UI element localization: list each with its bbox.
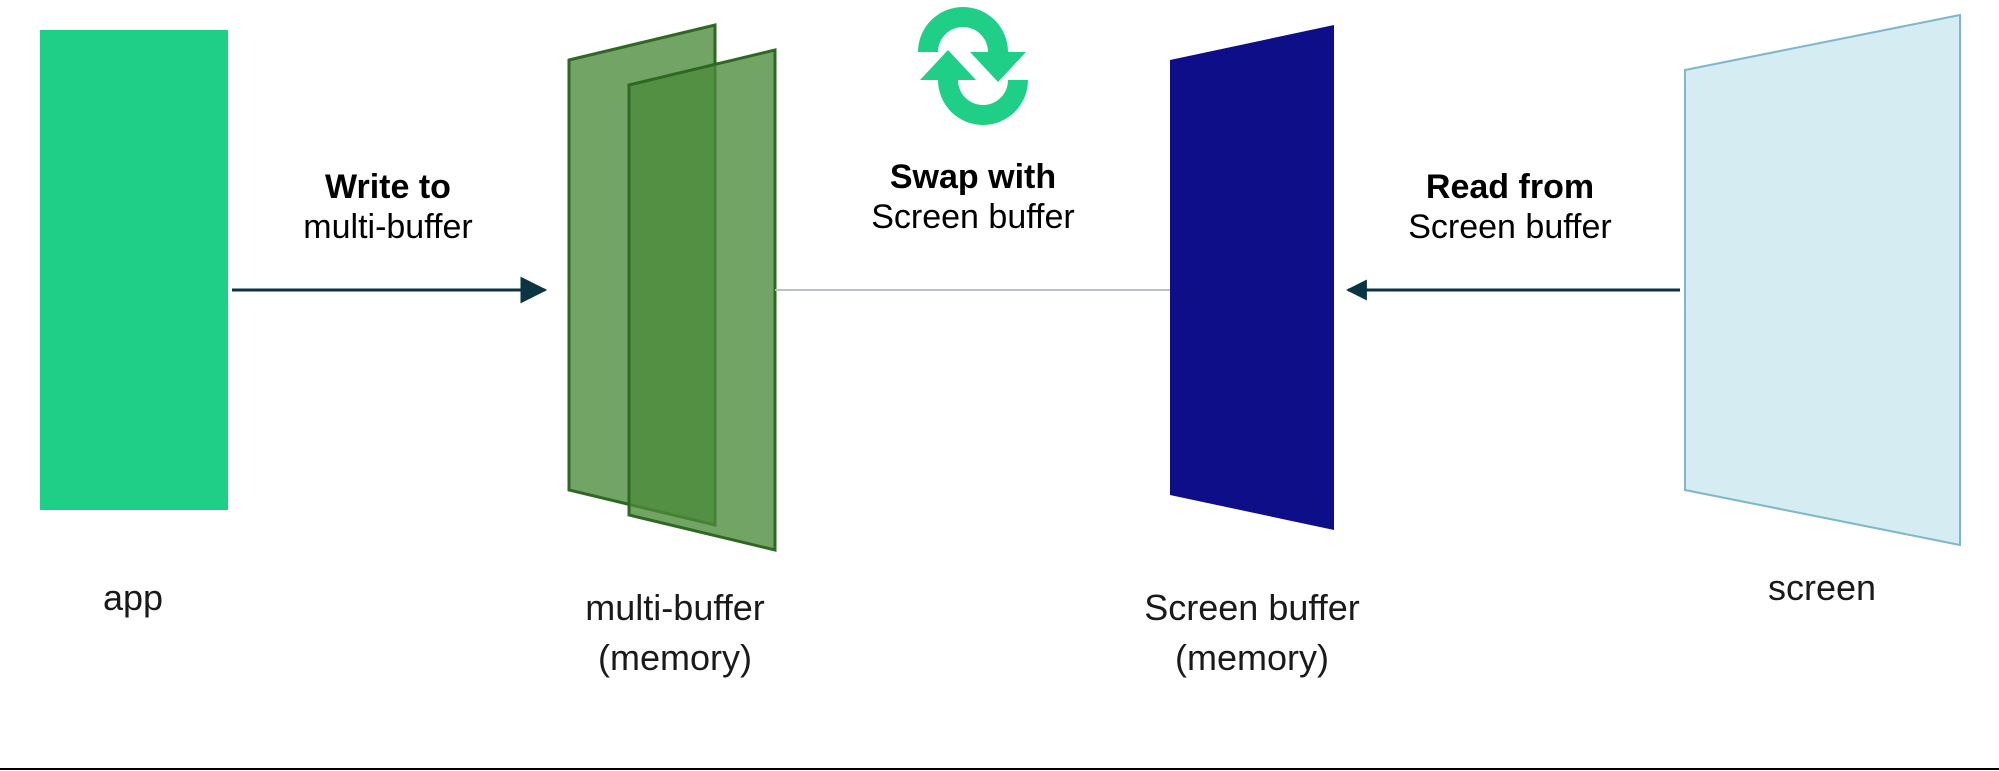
read-label-rest: Screen buffer <box>1408 208 1612 246</box>
multi-buffer-node: multi-buffer (memory) <box>569 25 775 678</box>
app-node: app <box>40 30 228 618</box>
write-arrow-group: Write to multi-buffer <box>232 168 545 290</box>
write-label-bold: Write to <box>325 168 451 206</box>
swap-label-rest: Screen buffer <box>871 198 1075 236</box>
screen-label: screen <box>1768 567 1876 608</box>
screen-buffer-rect <box>1170 25 1334 530</box>
swap-label-bold: Swap with <box>890 158 1056 196</box>
app-rect <box>40 30 228 510</box>
screen-buffer-label2: (memory) <box>1175 637 1329 678</box>
read-arrow-group: Read from Screen buffer <box>1348 168 1680 290</box>
swap-icon <box>918 7 1028 125</box>
write-label-rest: multi-buffer <box>303 208 472 246</box>
screen-buffer-label1: Screen buffer <box>1144 587 1359 628</box>
multi-buffer-label1: multi-buffer <box>585 587 764 628</box>
screen-buffer-node: Screen buffer (memory) <box>1144 25 1359 678</box>
swap-group: Swap with Screen buffer <box>775 7 1170 290</box>
multi-buffer-front <box>629 50 775 550</box>
screen-rect <box>1685 15 1960 545</box>
read-label-bold: Read from <box>1426 168 1594 206</box>
screen-node: screen <box>1685 15 1960 608</box>
multi-buffer-label2: (memory) <box>598 637 752 678</box>
app-label: app <box>103 577 163 618</box>
diagram-canvas: app Write to multi-buffer multi-buffer (… <box>0 0 1999 771</box>
